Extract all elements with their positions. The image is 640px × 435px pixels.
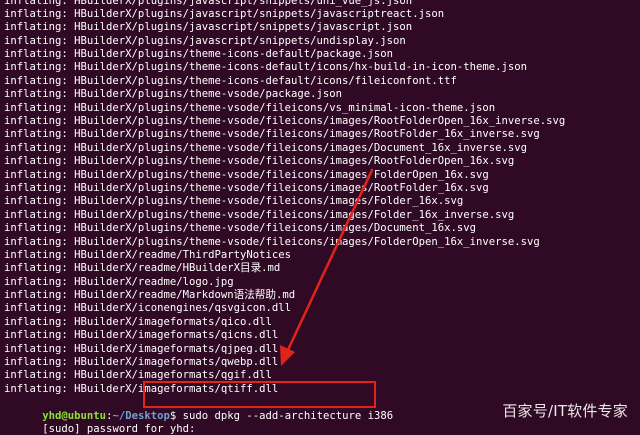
- inflate-output-block: inflating: HBuilderX/plugins/javascript/…: [4, 0, 640, 396]
- output-line: inflating: HBuilderX/plugins/theme-icons…: [4, 48, 394, 61]
- output-line: inflating: HBuilderX/plugins/theme-vsode…: [4, 141, 527, 154]
- output-line: inflating: HBuilderX/plugins/javascript/…: [4, 0, 413, 7]
- output-line: inflating: HBuilderX/plugins/theme-icons…: [4, 74, 457, 87]
- output-line: inflating: HBuilderX/plugins/theme-vsode…: [4, 222, 476, 235]
- output-line: inflating: HBuilderX/plugins/theme-vsode…: [4, 115, 566, 128]
- output-line: inflating: HBuilderX/imageformats/qwebp.…: [4, 356, 279, 369]
- output-line: inflating: HBuilderX/plugins/javascript/…: [4, 21, 413, 34]
- output-line: inflating: HBuilderX/plugins/theme-vsode…: [4, 208, 515, 221]
- output-line: inflating: HBuilderX/plugins/theme-vsode…: [4, 195, 464, 208]
- output-line: inflating: HBuilderX/imageformats/qicns.…: [4, 329, 279, 342]
- terminal-window[interactable]: inflating: HBuilderX/plugins/javascript/…: [0, 0, 640, 435]
- output-line: inflating: HBuilderX/imageformats/qjpeg.…: [4, 342, 279, 355]
- output-line: inflating: HBuilderX/plugins/theme-vsode…: [4, 128, 540, 141]
- prompt-symbol: $: [169, 409, 177, 422]
- output-line: inflating: HBuilderX/imageformats/qgif.d…: [4, 369, 272, 382]
- output-line: inflating: HBuilderX/plugins/theme-vsode…: [4, 101, 496, 114]
- output-line: inflating: HBuilderX/readme/logo.jpg: [4, 275, 234, 288]
- output-line: inflating: HBuilderX/iconengines/qsvgico…: [4, 302, 292, 315]
- terminal-output: inflating: HBuilderX/plugins/javascript/…: [4, 0, 640, 435]
- output-line: inflating: HBuilderX/imageformats/qtiff.…: [4, 382, 279, 395]
- output-line: inflating: HBuilderX/imageformats/qico.d…: [4, 315, 272, 328]
- output-line: inflating: HBuilderX/plugins/theme-vsode…: [4, 168, 489, 181]
- output-line: inflating: HBuilderX/readme/Markdown语法帮助…: [4, 289, 296, 302]
- output-line: inflating: HBuilderX/plugins/javascript/…: [4, 7, 445, 20]
- output-line: inflating: HBuilderX/plugins/theme-icons…: [4, 61, 527, 74]
- output-line: inflating: HBuilderX/plugins/theme-vsode…: [4, 88, 343, 101]
- entered-command: sudo dpkg --add-architecture i386: [182, 409, 394, 422]
- output-line: inflating: HBuilderX/readme/ThirdPartyNo…: [4, 248, 292, 261]
- output-line: inflating: HBuilderX/plugins/theme-vsode…: [4, 235, 540, 248]
- prompt-user: yhd@ubuntu: [42, 409, 107, 422]
- output-line: inflating: HBuilderX/plugins/theme-vsode…: [4, 181, 489, 194]
- prompt-path: ~/Desktop: [112, 409, 170, 422]
- watermark-text: 百家号/IT软件专家: [502, 402, 628, 420]
- output-line: inflating: HBuilderX/plugins/theme-vsode…: [4, 155, 515, 168]
- output-line: inflating: HBuilderX/plugins/javascript/…: [4, 34, 406, 47]
- sudo-prompt-text: [sudo] password for yhd:: [42, 423, 196, 435]
- output-line: inflating: HBuilderX/readme/HBuilderX目录.…: [4, 262, 281, 275]
